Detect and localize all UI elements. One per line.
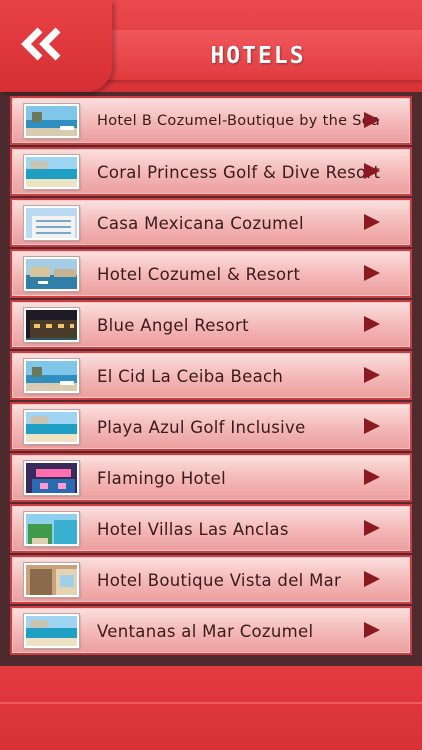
hotel-row[interactable]: Blue Angel Resort bbox=[10, 300, 412, 349]
chevron-right-icon bbox=[364, 520, 380, 536]
hotel-list-frame: Hotel B Cozumel-Boutique by the Sea Coral… bbox=[0, 92, 422, 666]
hotel-thumbnail bbox=[24, 359, 79, 393]
back-button[interactable] bbox=[18, 26, 72, 62]
hotel-row[interactable]: Casa Mexicana Cozumel bbox=[10, 198, 412, 247]
chevron-right-icon bbox=[364, 367, 380, 383]
back-tab bbox=[0, 0, 112, 92]
hotel-row[interactable]: Hotel Cozumel & Resort bbox=[10, 249, 412, 298]
hotel-thumbnail bbox=[24, 461, 79, 495]
chevron-right-icon bbox=[364, 418, 380, 434]
hotel-name: Hotel Cozumel & Resort bbox=[97, 265, 301, 284]
chevron-right-icon bbox=[364, 469, 380, 485]
hotel-name: Hotel B Cozumel-Boutique by the Sea bbox=[97, 113, 381, 129]
hotel-name: Flamingo Hotel bbox=[97, 469, 227, 488]
hotel-list: Hotel B Cozumel-Boutique by the Sea Coral… bbox=[10, 96, 412, 656]
hotel-name: Hotel Villas Las Anclas bbox=[97, 520, 289, 539]
hotel-thumbnail bbox=[24, 308, 79, 342]
hotel-name: Blue Angel Resort bbox=[97, 316, 249, 335]
hotel-name: Hotel Boutique Vista del Mar bbox=[97, 571, 342, 590]
chevron-right-icon bbox=[364, 622, 380, 638]
chevron-right-icon bbox=[364, 316, 380, 332]
hotel-row[interactable]: Hotel B Cozumel-Boutique by the Sea bbox=[10, 96, 412, 145]
hotel-row[interactable]: Flamingo Hotel bbox=[10, 453, 412, 502]
title-bar: HOTELS bbox=[94, 30, 422, 80]
double-chevron-left-icon bbox=[21, 27, 61, 61]
hotel-thumbnail bbox=[24, 257, 79, 291]
hotel-row[interactable]: Hotel Villas Las Anclas bbox=[10, 504, 412, 553]
hotel-name: El Cid La Ceiba Beach bbox=[97, 367, 284, 386]
hotel-name: Ventanas al Mar Cozumel bbox=[97, 622, 314, 641]
footer-divider bbox=[0, 702, 422, 704]
footer-bar bbox=[0, 666, 422, 750]
page-title: HOTELS bbox=[210, 43, 306, 69]
chevron-right-icon bbox=[364, 571, 380, 587]
hotel-row[interactable]: El Cid La Ceiba Beach bbox=[10, 351, 412, 400]
hotel-row[interactable]: Coral Princess Golf & Dive Resort bbox=[10, 147, 412, 196]
hotel-thumbnail bbox=[24, 563, 79, 597]
hotel-name: Playa Azul Golf Inclusive bbox=[97, 418, 306, 437]
hotel-name: Coral Princess Golf & Dive Resort bbox=[97, 163, 381, 182]
chevron-right-icon bbox=[364, 265, 380, 281]
chevron-right-icon bbox=[364, 163, 380, 179]
hotel-thumbnail bbox=[24, 410, 79, 444]
hotel-thumbnail bbox=[24, 155, 79, 189]
hotel-name: Casa Mexicana Cozumel bbox=[97, 214, 304, 233]
hotel-thumbnail bbox=[24, 614, 79, 648]
chevron-right-icon bbox=[364, 112, 380, 128]
hotel-row[interactable]: Hotel Boutique Vista del Mar bbox=[10, 555, 412, 604]
hotel-thumbnail bbox=[24, 206, 79, 240]
chevron-right-icon bbox=[364, 214, 380, 230]
hotel-row[interactable]: Ventanas al Mar Cozumel bbox=[10, 606, 412, 655]
hotel-row[interactable]: Playa Azul Golf Inclusive bbox=[10, 402, 412, 451]
hotel-thumbnail bbox=[24, 512, 79, 546]
hotel-thumbnail bbox=[24, 104, 79, 138]
